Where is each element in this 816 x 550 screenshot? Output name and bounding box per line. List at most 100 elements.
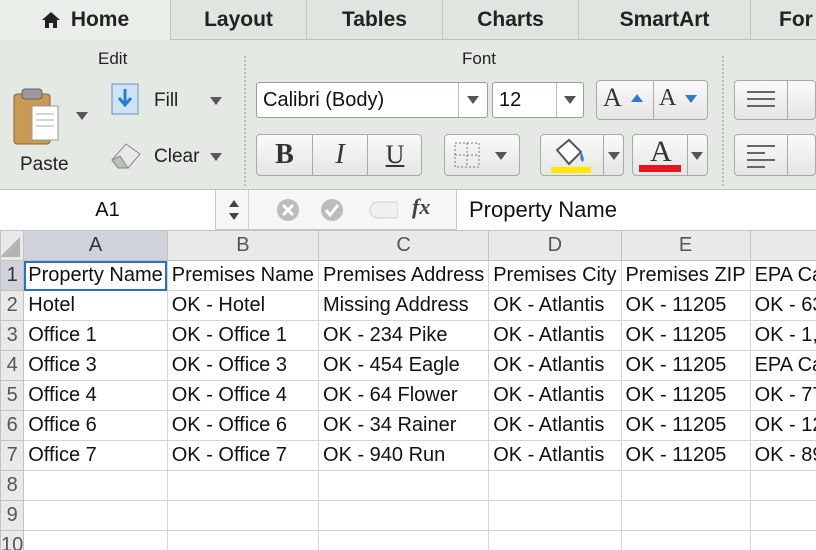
cell-b5[interactable]: OK - Office 4	[166, 380, 320, 411]
font-name-dropdown[interactable]	[458, 83, 488, 117]
tab-smartart[interactable]: SmartArt	[578, 0, 750, 40]
cell-d3[interactable]: OK - Atlantis	[488, 320, 622, 351]
tab-layout[interactable]: Layout	[170, 0, 306, 40]
cell-b7[interactable]: OK - Office 7	[166, 440, 320, 471]
row-header[interactable]: 1	[0, 260, 25, 291]
cell-a9[interactable]	[23, 500, 168, 531]
clear-dropdown-icon[interactable]	[210, 153, 222, 161]
cell-f2[interactable]: OK - 632,163	[749, 290, 816, 321]
row-header[interactable]: 7	[0, 440, 25, 471]
cell-f6[interactable]: OK - 125,763	[749, 410, 816, 441]
cell-d8[interactable]	[488, 470, 622, 501]
cell-d9[interactable]	[488, 500, 622, 531]
cancel-edit-icon[interactable]	[276, 198, 300, 222]
cell-d6[interactable]: OK - Atlantis	[488, 410, 622, 441]
cell-b9[interactable]	[166, 500, 320, 531]
paste-dropdown-icon[interactable]	[76, 112, 88, 120]
tab-tables[interactable]: Tables	[306, 0, 442, 40]
cell-e9[interactable]	[620, 500, 751, 531]
font-name-select[interactable]: Calibri (Body)	[256, 82, 488, 118]
clear-button[interactable]: Clear	[108, 136, 228, 176]
insert-function-button[interactable]: fx	[412, 194, 430, 220]
row-header[interactable]: 9	[0, 500, 25, 531]
column-header-b[interactable]: B	[166, 230, 320, 261]
borders-button[interactable]	[444, 134, 520, 176]
bold-button[interactable]: B	[257, 135, 312, 175]
font-color-button[interactable]: A	[632, 134, 708, 176]
cell-c10[interactable]	[318, 530, 490, 550]
cell-c1[interactable]: Premises Address	[318, 260, 490, 291]
fill-color-button[interactable]	[540, 134, 624, 176]
cell-d10[interactable]	[488, 530, 622, 550]
cell-a10[interactable]	[23, 530, 168, 550]
cell-f8[interactable]	[749, 470, 816, 501]
align-top-button[interactable]	[735, 81, 787, 119]
cell-f7[interactable]: OK - 899,237	[749, 440, 816, 471]
cell-c8[interactable]	[318, 470, 490, 501]
cell-c6[interactable]: OK - 34 Rainer	[318, 410, 490, 441]
cell-f5[interactable]: OK - 778,325	[749, 380, 816, 411]
cell-b6[interactable]: OK - Office 6	[166, 410, 320, 441]
cell-e2[interactable]: OK - 11205	[620, 290, 751, 321]
tab-charts[interactable]: Charts	[442, 0, 578, 40]
cell-f9[interactable]	[749, 500, 816, 531]
cell-e10[interactable]	[620, 530, 751, 550]
cell-a3[interactable]: Office 1	[23, 320, 168, 351]
cell-f1[interactable]: EPA Calculated	[749, 260, 816, 291]
paste-button[interactable]: Paste	[8, 82, 98, 182]
cell-c9[interactable]	[318, 500, 490, 531]
column-header-a[interactable]: A	[23, 230, 168, 261]
name-box[interactable]: A1	[0, 190, 216, 230]
formula-input[interactable]: Property Name	[456, 190, 816, 230]
cell-e4[interactable]: OK - 11205	[620, 350, 751, 381]
column-header-f[interactable]: F	[749, 230, 816, 261]
row-header[interactable]: 5	[0, 380, 25, 411]
column-header-e[interactable]: E	[620, 230, 751, 261]
cell-e3[interactable]: OK - 11205	[620, 320, 751, 351]
cell-b1[interactable]: Premises Name	[166, 260, 320, 291]
cell-d7[interactable]: OK - Atlantis	[488, 440, 622, 471]
cell-f3[interactable]: OK - 1,015,1	[749, 320, 816, 351]
row-header[interactable]: 4	[0, 350, 25, 381]
confirm-edit-icon[interactable]	[320, 198, 344, 222]
cell-d2[interactable]: OK - Atlantis	[488, 290, 622, 321]
cell-e5[interactable]: OK - 11205	[620, 380, 751, 411]
row-header[interactable]: 3	[0, 320, 25, 351]
cell-b3[interactable]: OK - Office 1	[166, 320, 320, 351]
cell-a1[interactable]: Property Name	[23, 260, 168, 291]
cell-b10[interactable]	[166, 530, 320, 550]
cell-a6[interactable]: Office 6	[23, 410, 168, 441]
fill-button[interactable]: Fill	[108, 80, 228, 120]
name-box-stepper-icon[interactable]	[228, 198, 240, 222]
cell-c7[interactable]: OK - 940 Run	[318, 440, 490, 471]
cell-e8[interactable]	[620, 470, 751, 501]
tab-format[interactable]: For	[750, 0, 816, 40]
cell-b2[interactable]: OK - Hotel	[166, 290, 320, 321]
cell-a8[interactable]	[23, 470, 168, 501]
row-header[interactable]: 2	[0, 290, 25, 321]
cell-a4[interactable]: Office 3	[23, 350, 168, 381]
cell-b8[interactable]	[166, 470, 320, 501]
align-left-button[interactable]	[735, 135, 787, 175]
shrink-font-button[interactable]: A	[659, 85, 705, 117]
cell-c4[interactable]: OK - 454 Eagle	[318, 350, 490, 381]
cell-f10[interactable]	[749, 530, 816, 550]
grow-font-button[interactable]: A	[603, 83, 651, 117]
cell-d1[interactable]: Premises City	[488, 260, 622, 291]
cell-c2[interactable]: Missing Address	[318, 290, 490, 321]
cell-f4[interactable]: EPA Calculated	[749, 350, 816, 381]
column-header-c[interactable]: C	[318, 230, 490, 261]
cell-a2[interactable]: Hotel	[23, 290, 168, 321]
row-header[interactable]: 8	[0, 470, 25, 501]
cell-e6[interactable]: OK - 11205	[620, 410, 751, 441]
cell-c5[interactable]: OK - 64 Flower	[318, 380, 490, 411]
font-size-dropdown[interactable]	[556, 83, 584, 117]
cell-c3[interactable]: OK - 234 Pike	[318, 320, 490, 351]
underline-button[interactable]: U	[368, 135, 422, 175]
tab-home[interactable]: Home	[0, 0, 170, 40]
cell-d4[interactable]: OK - Atlantis	[488, 350, 622, 381]
column-header-d[interactable]: D	[488, 230, 622, 261]
cell-e1[interactable]: Premises ZIP	[620, 260, 751, 291]
italic-button[interactable]: I	[313, 135, 367, 175]
fill-dropdown-icon[interactable]	[210, 97, 222, 105]
